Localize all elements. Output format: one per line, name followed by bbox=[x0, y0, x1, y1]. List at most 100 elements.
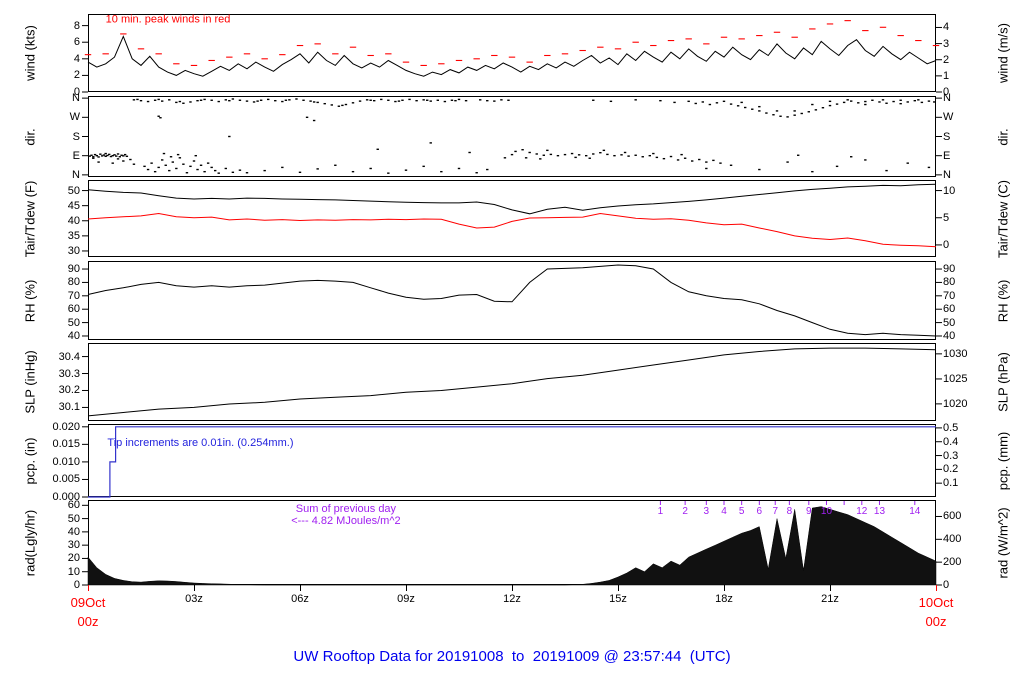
svg-text:12: 12 bbox=[856, 506, 868, 517]
pressure-plot-area bbox=[82, 343, 942, 421]
tick-label bbox=[936, 585, 937, 591]
tick-label: 2 bbox=[73, 69, 80, 82]
tick-label: 8 bbox=[73, 19, 80, 32]
tick-label: 06z bbox=[291, 593, 309, 605]
tick-label: 70 bbox=[943, 289, 956, 302]
tick-label: 5 bbox=[943, 211, 950, 224]
tick-label: 30.4 bbox=[58, 350, 80, 363]
series-rh bbox=[87, 264, 937, 337]
tick-label: 40 bbox=[67, 329, 80, 342]
direction-plot-area bbox=[82, 96, 942, 177]
tick-label: 40 bbox=[943, 329, 956, 342]
start-date-line1: 09Oct bbox=[70, 595, 106, 610]
humidity-plot bbox=[82, 261, 942, 340]
x-axis-end-date: 10Oct 00z bbox=[896, 593, 976, 631]
panel-radiation: rad(Lgly/hr) rad (W/m^2) Sum of previous… bbox=[0, 499, 1024, 591]
tick-label: 50 bbox=[67, 512, 80, 525]
tick-label: 4 bbox=[73, 52, 80, 65]
tick-label: 3 bbox=[943, 37, 950, 50]
svg-text:13: 13 bbox=[874, 506, 886, 517]
wind-plot: 10 min. peak winds in red bbox=[82, 13, 942, 93]
direction-plot bbox=[82, 96, 942, 177]
tick-label: 50 bbox=[67, 184, 80, 197]
tick-label: 10 bbox=[67, 565, 80, 578]
tick-label bbox=[300, 585, 301, 591]
tick-label: 60 bbox=[67, 303, 80, 316]
start-date-line2: 00z bbox=[77, 614, 99, 629]
panel-temperature: Tair/Tdew (F) Tair/Tdew (C) 30 35 40 45 50 0 5… bbox=[0, 179, 1024, 258]
svg-text:<--- 4.82 MJoules/m^2: <--- 4.82 MJoules/m^2 bbox=[291, 515, 400, 527]
svg-text:1: 1 bbox=[658, 506, 664, 517]
tick-label: E bbox=[72, 149, 80, 162]
tick-label: 0.3 bbox=[943, 449, 959, 462]
tick-label: W bbox=[69, 111, 80, 124]
tick-label bbox=[406, 585, 407, 591]
end-date-line1: 10Oct bbox=[918, 595, 954, 610]
tick-label: 0.1 bbox=[943, 477, 959, 490]
tick-label bbox=[512, 585, 513, 591]
svg-text:10: 10 bbox=[821, 506, 833, 517]
tick-label: 03z bbox=[185, 593, 203, 605]
tick-label: E bbox=[943, 149, 951, 162]
tick-label: 0.010 bbox=[52, 455, 80, 468]
precipitation-plot: Tip increments are 0.01in. (0.254mm.) bbox=[82, 424, 942, 498]
tick-label: 50 bbox=[67, 316, 80, 329]
tick-label: 30.2 bbox=[58, 384, 80, 397]
panel-direction: dir. dir. NWSENNWSEN bbox=[0, 92, 1024, 181]
figure-title: UW Rooftop Data for 20191008 to 20191009… bbox=[293, 648, 731, 665]
wind-plot-area: 10 min. peak winds in red bbox=[82, 13, 942, 93]
y-axis-label-slp-right: SLP (hPa) bbox=[995, 352, 1011, 412]
svg-text:2: 2 bbox=[682, 506, 688, 517]
svg-text:8: 8 bbox=[787, 506, 793, 517]
tick-label: 09z bbox=[397, 593, 415, 605]
tick-label: 60 bbox=[943, 303, 956, 316]
tick-label: 400 bbox=[943, 533, 962, 546]
tick-label: 60 bbox=[67, 499, 80, 512]
svg-text:10 min. peak winds in red: 10 min. peak winds in red bbox=[106, 13, 231, 25]
tick-label: 18z bbox=[715, 593, 733, 605]
tick-label: 30.3 bbox=[58, 367, 80, 380]
x-axis-start-date: 09Oct 00z bbox=[48, 593, 128, 631]
tick-label: 30 bbox=[67, 244, 80, 257]
tick-label: 70 bbox=[67, 289, 80, 302]
tick-label bbox=[724, 585, 725, 591]
humidity-plot-area bbox=[82, 261, 942, 340]
tick-label: 40 bbox=[67, 214, 80, 227]
tick-label: 0.020 bbox=[52, 420, 80, 433]
tick-label: 35 bbox=[67, 229, 80, 242]
y-axis-label-dir-right: dir. bbox=[995, 127, 1011, 146]
series-wind bbox=[87, 35, 937, 77]
tick-label: N bbox=[72, 92, 80, 105]
tick-label: 30.1 bbox=[58, 401, 80, 414]
tick-label: 6 bbox=[73, 36, 80, 49]
weather-meteogram-figure: wind (kts) wind (m/s) 10 min. peak winds… bbox=[0, 0, 1024, 700]
panel-pressure: SLP (inHg) SLP (hPa) 30.1 30.2 30.3 30.4 102… bbox=[0, 343, 1024, 421]
svg-text:Tip increments are 0.01in. (0.: Tip increments are 0.01in. (0.254mm.) bbox=[107, 437, 293, 449]
tick-label: 20 bbox=[67, 552, 80, 565]
tick-label: 0 bbox=[943, 238, 950, 251]
tick-label: 80 bbox=[943, 276, 956, 289]
series-rad bbox=[87, 506, 937, 586]
temperature-plot-area bbox=[82, 180, 942, 257]
tick-label: 90 bbox=[943, 263, 956, 276]
panel-wind: wind (kts) wind (m/s) 10 min. peak winds… bbox=[0, 13, 1024, 98]
series-temp bbox=[87, 212, 937, 248]
svg-text:9: 9 bbox=[806, 506, 812, 517]
tick-label: 90 bbox=[67, 263, 80, 276]
tick-label bbox=[194, 585, 195, 591]
tick-label: 600 bbox=[943, 510, 962, 523]
tick-label: 40 bbox=[67, 525, 80, 538]
end-date-line2: 00z bbox=[925, 614, 947, 629]
radiation-plot: Sum of previous day<--- 4.82 MJoules/m^2… bbox=[82, 500, 942, 586]
radiation-plot-area: Sum of previous day <--- 4.82 MJoules/m^2… bbox=[82, 500, 942, 586]
svg-text:Sum of previous day: Sum of previous day bbox=[296, 503, 397, 515]
tick-label bbox=[88, 585, 89, 591]
tick-label: 21z bbox=[821, 593, 839, 605]
svg-text:7: 7 bbox=[772, 506, 778, 517]
panel-humidity: RH (%) RH (%) 40 50 60 70 80 90 40 50 60 70 80 90 bbox=[0, 261, 1024, 342]
svg-text:4: 4 bbox=[721, 506, 727, 517]
y-axis-label-temp-right: Tair/Tdew (C) bbox=[995, 179, 1011, 258]
tick-label: 80 bbox=[67, 276, 80, 289]
y-axis-label-rad-right: rad (W/m^2) bbox=[995, 506, 1011, 579]
tick-label: S bbox=[72, 130, 80, 143]
